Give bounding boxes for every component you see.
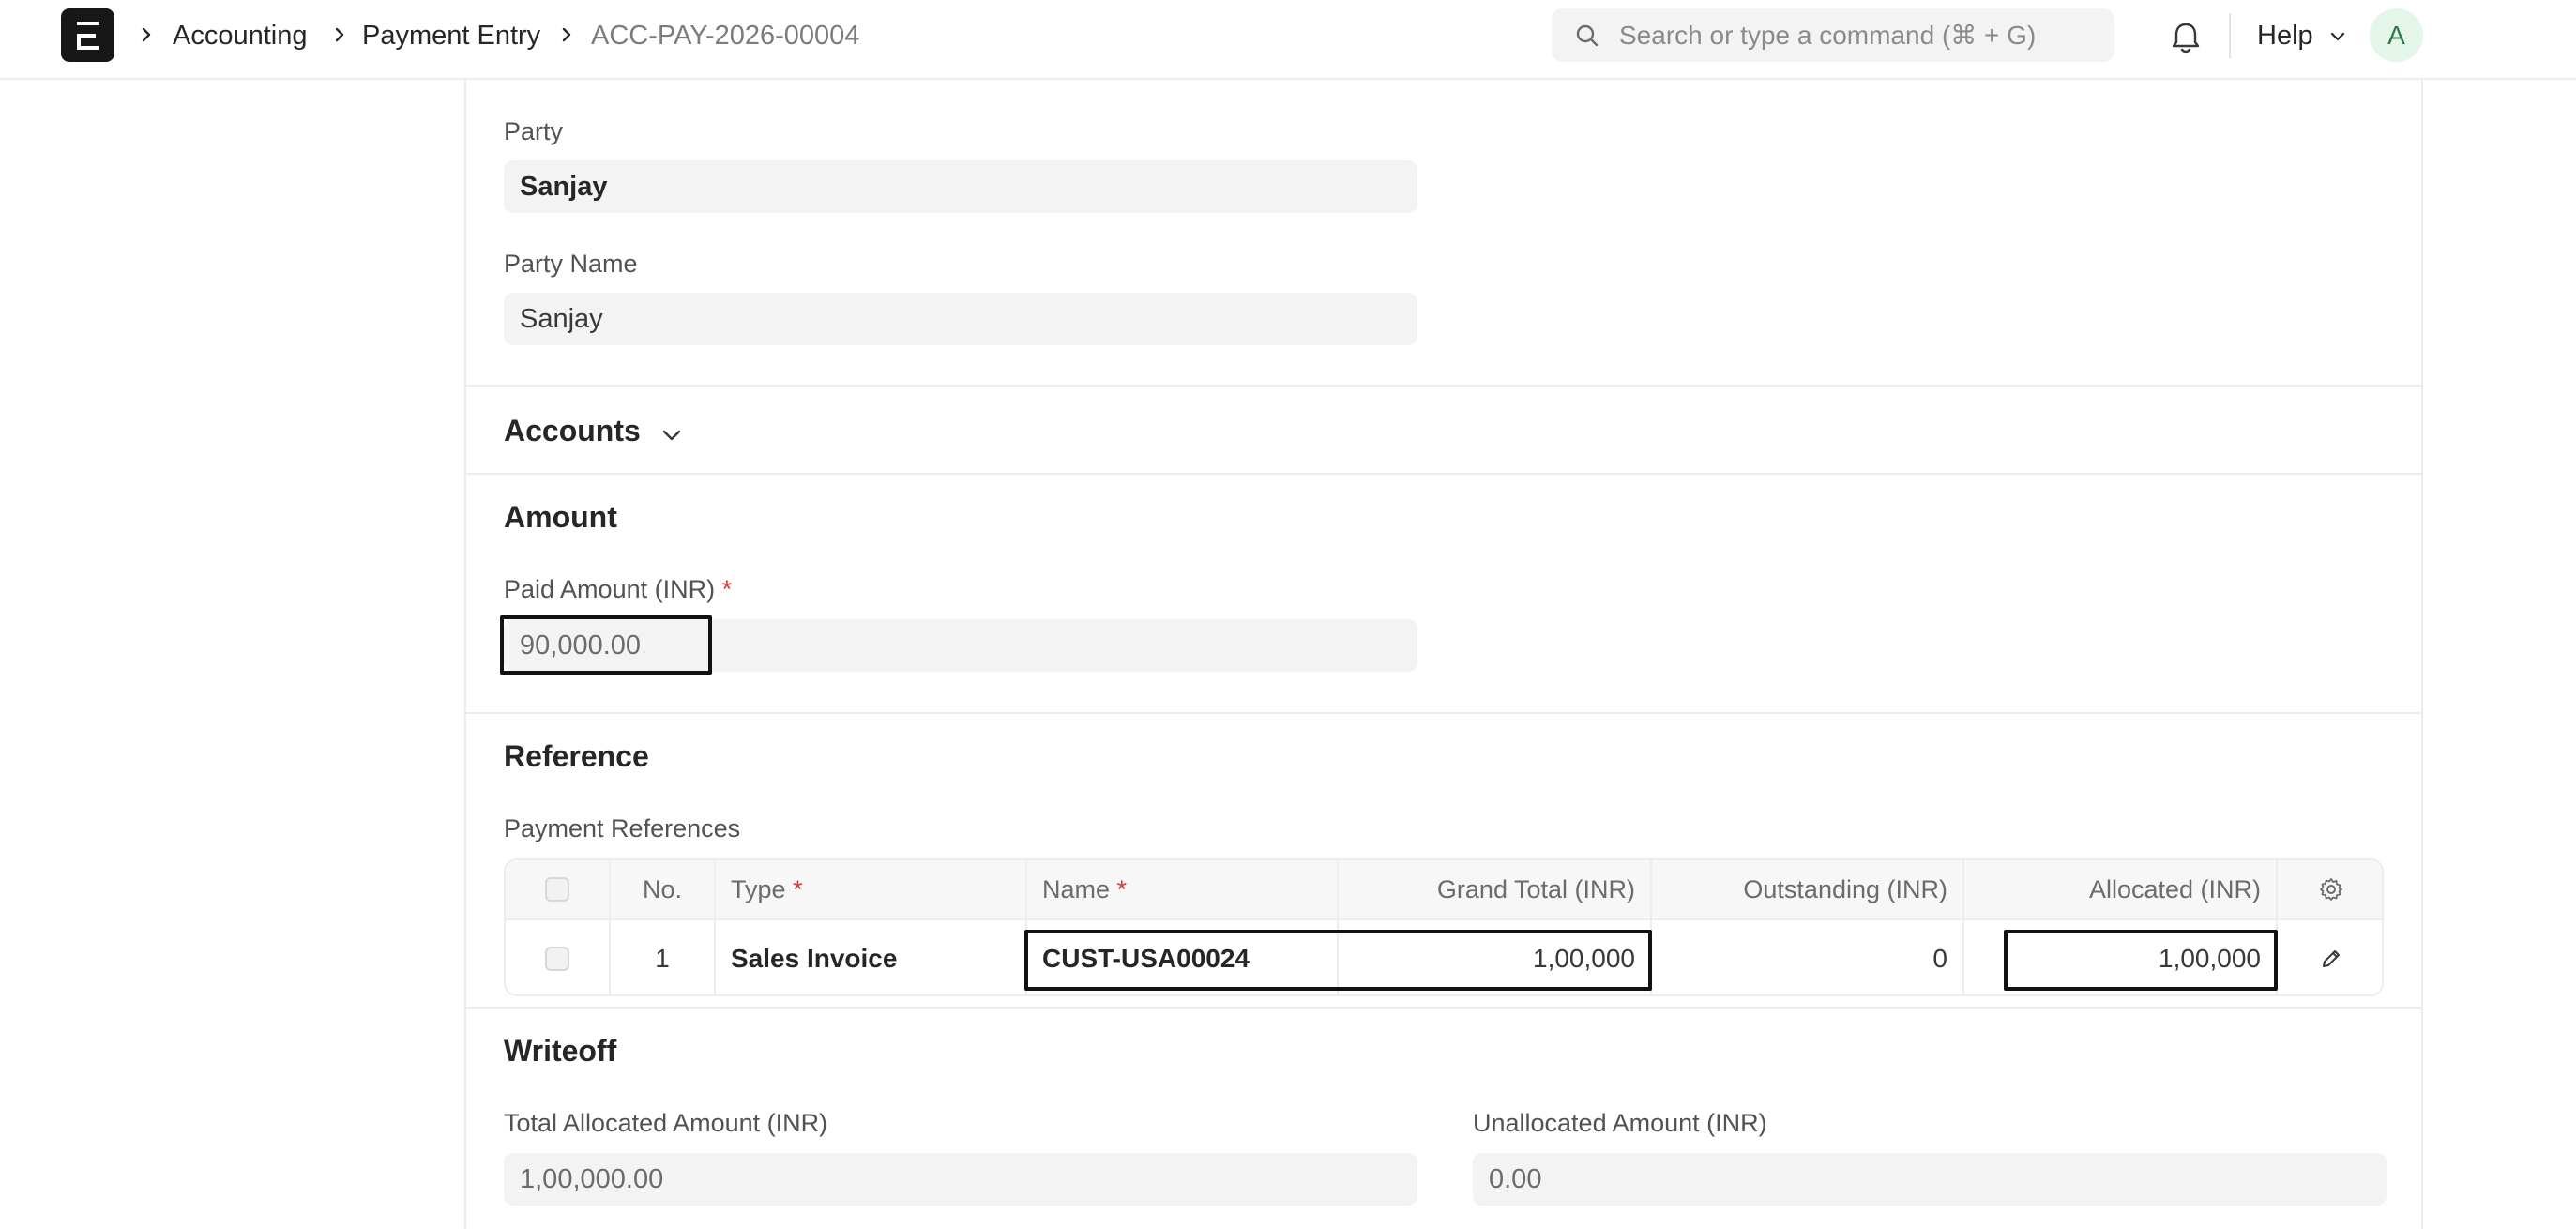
paid-amount-field[interactable]: 90,000.00 (504, 619, 1417, 672)
column-header-grand-total: Grand Total (INR) (1339, 860, 1652, 918)
amount-section-title: Amount (504, 500, 617, 534)
select-all-checkbox[interactable] (545, 877, 569, 902)
payment-references-label: Payment References (504, 814, 741, 842)
search-input[interactable] (1619, 8, 2098, 62)
breadcrumb-payment-entry[interactable]: Payment Entry (362, 19, 540, 53)
row-checkbox[interactable] (545, 946, 569, 971)
row-name-cell[interactable]: CUST-USA00024 (1027, 920, 1339, 994)
breadcrumb-current-document: ACC-PAY-2026-00004 (591, 21, 860, 51)
gear-icon[interactable] (2318, 876, 2344, 903)
column-header-outstanding: Outstanding (INR) (1652, 860, 1964, 918)
accounts-section-toggle[interactable]: Accounts (504, 410, 729, 455)
section-divider (466, 473, 2421, 475)
chevron-right-icon (562, 27, 571, 42)
breadcrumb-accounting[interactable]: Accounting (173, 19, 308, 53)
table-row[interactable]: 1 Sales Invoice CUST-USA00024 1,00,000 0… (506, 920, 2382, 994)
notification-bell-icon[interactable] (2169, 19, 2203, 56)
row-outstanding-cell[interactable]: 0 (1652, 920, 1964, 994)
navbar-divider (2229, 13, 2231, 58)
user-avatar[interactable]: A (2370, 8, 2423, 62)
chevron-down-icon (2330, 33, 2344, 41)
party-label: Party (504, 117, 564, 145)
required-mark: * (1116, 874, 1128, 903)
awesomebar-search[interactable] (1552, 8, 2114, 62)
section-divider (466, 712, 2421, 714)
erpnext-logo-icon (77, 22, 99, 50)
chevron-down-icon (662, 430, 681, 441)
required-mark: * (793, 874, 803, 903)
help-label: Help (2257, 21, 2313, 51)
row-edit-cell (2278, 920, 2382, 994)
column-header-name-text: Name (1042, 874, 1111, 903)
party-field[interactable]: Sanjay (504, 160, 1417, 213)
chevron-right-icon (335, 27, 344, 42)
total-allocated-amount-label: Total Allocated Amount (INR) (504, 1109, 828, 1137)
row-type-cell[interactable]: Sales Invoice (716, 920, 1027, 994)
row-grand-total-cell[interactable]: 1,00,000 (1339, 920, 1652, 994)
required-mark: * (721, 575, 733, 603)
row-select-cell (506, 920, 611, 994)
section-divider (466, 1007, 2421, 1009)
writeoff-section-title: Writeoff (504, 1034, 617, 1068)
column-header-name: Name * (1027, 860, 1339, 918)
accounts-section-title: Accounts (504, 414, 641, 448)
edit-pencil-icon[interactable] (2319, 947, 2343, 971)
search-icon (1576, 24, 1599, 47)
total-allocated-amount-field[interactable]: 1,00,000.00 (504, 1153, 1417, 1206)
party-name-label: Party Name (504, 250, 638, 278)
select-all-cell (506, 860, 611, 918)
section-divider (466, 385, 2421, 387)
column-header-type: Type * (716, 860, 1027, 918)
reference-section-title: Reference (504, 739, 649, 773)
chevron-right-icon (142, 27, 151, 42)
payment-references-table: No. Type * Name * Grand Total (INR) Outs… (504, 858, 2384, 996)
party-name-field[interactable]: Sanjay (504, 293, 1417, 345)
top-navbar: Accounting Payment Entry ACC-PAY-2026-00… (0, 0, 2576, 80)
unallocated-amount-label: Unallocated Amount (INR) (1473, 1109, 1767, 1137)
column-header-type-text: Type (731, 874, 786, 903)
unallocated-amount-field[interactable]: 0.00 (1473, 1153, 2387, 1206)
row-allocated-cell[interactable]: 1,00,000 (1964, 920, 2278, 994)
table-header-row: No. Type * Name * Grand Total (INR) Outs… (506, 860, 2382, 920)
paid-amount-label-text: Paid Amount (INR) (504, 575, 716, 603)
paid-amount-label: Paid Amount (INR) * (504, 575, 732, 604)
column-settings-cell (2278, 860, 2382, 918)
help-dropdown[interactable]: Help (2257, 17, 2347, 54)
column-header-allocated: Allocated (INR) (1964, 860, 2278, 918)
payment-entry-form: Party Sanjay Party Name Sanjay Accounts … (464, 80, 2423, 1229)
app-logo[interactable] (61, 8, 114, 62)
row-no-cell: 1 (611, 920, 716, 994)
column-header-no: No. (611, 860, 716, 918)
